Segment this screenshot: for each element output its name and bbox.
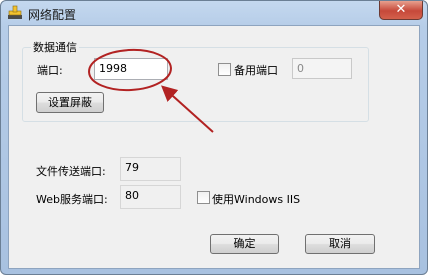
use-iis-label: 使用Windows IIS [212,193,301,206]
window-title: 网络配置 [28,8,77,22]
file-transfer-port-label: 文件传送端口: [36,165,106,178]
backup-port-checkbox[interactable] [218,63,231,76]
use-iis-checkbox[interactable] [197,191,210,204]
close-button[interactable]: ✕ [379,1,423,20]
backup-port-label: 备用端口 [234,64,278,77]
data-comm-group-label: 数据通信 [31,39,79,55]
set-shield-button[interactable]: 设置屏蔽 [36,92,104,113]
file-transfer-port-input[interactable]: 79 [120,157,181,181]
web-port-input[interactable]: 80 [120,185,181,209]
close-icon: ✕ [395,2,407,17]
title-bar[interactable]: 网络配置 ✕ [1,1,427,25]
port-input[interactable]: 1998 [94,58,168,80]
app-icon [8,5,22,19]
port-label: 端口: [37,64,63,77]
backup-port-input[interactable]: 0 [292,58,352,79]
web-port-label: Web服务端口: [36,193,108,206]
ok-button[interactable]: 确定 [210,234,279,254]
cancel-button[interactable]: 取消 [305,234,375,254]
